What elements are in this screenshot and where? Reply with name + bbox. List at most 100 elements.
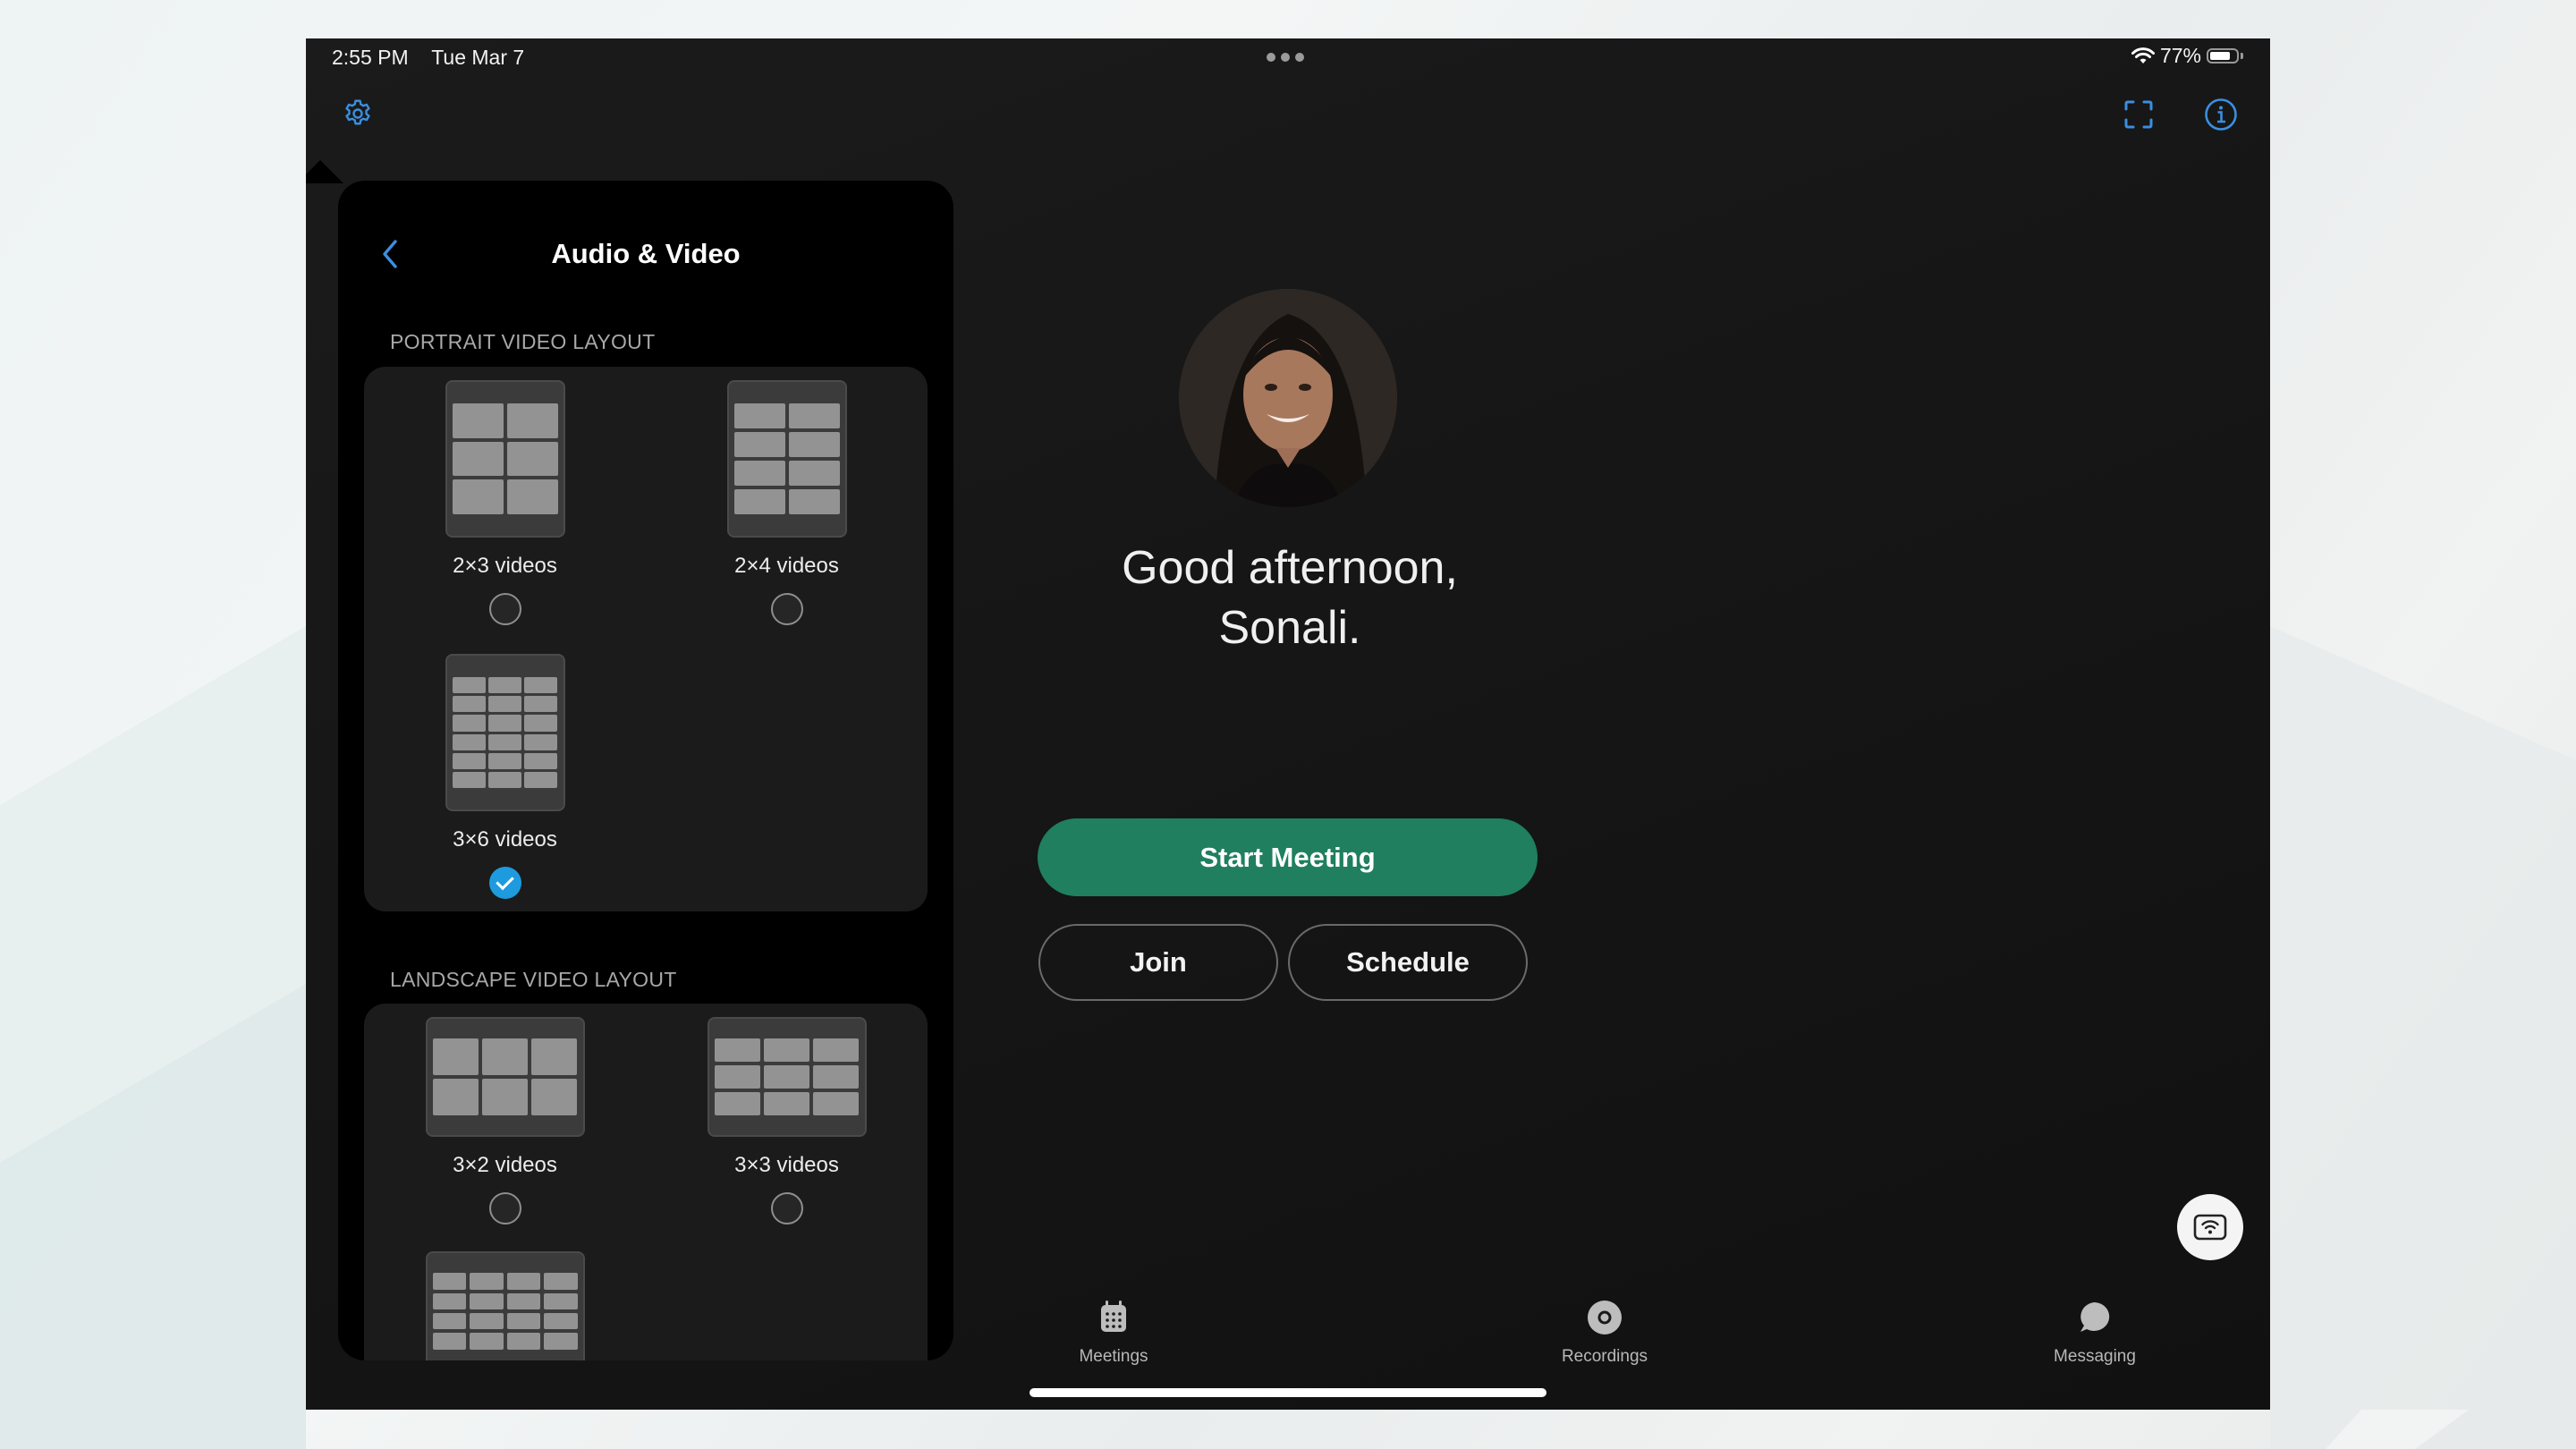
layout-tile xyxy=(506,1273,540,1290)
layout-tile xyxy=(506,441,558,477)
date: Tue Mar 7 xyxy=(431,46,525,69)
layout-tile xyxy=(714,1065,760,1089)
option-label: 3×3 videos xyxy=(734,1153,839,1177)
layout-tile xyxy=(452,696,486,713)
user-avatar[interactable] xyxy=(1179,289,1397,507)
recording-icon xyxy=(1588,1301,1622,1335)
layout-tile xyxy=(524,733,558,750)
layout-tile xyxy=(506,1313,540,1330)
tab-recordings[interactable]: Recordings xyxy=(1524,1300,1685,1367)
chat-bubble-icon xyxy=(2080,1302,2110,1332)
clock: 2:55 PM xyxy=(332,46,409,69)
join-label: Join xyxy=(1130,946,1187,978)
layout-thumbnail-3x2 xyxy=(425,1017,585,1137)
battery-percent: 77% xyxy=(2159,44,2201,67)
portrait-option-3x6[interactable]: 3×6 videos xyxy=(364,654,646,899)
layout-tile xyxy=(544,1313,578,1330)
layout-tile xyxy=(524,677,558,694)
landscape-section-label: LANDSCAPE VIDEO LAYOUT xyxy=(390,968,677,991)
layout-tile xyxy=(481,1079,529,1115)
home-indicator[interactable] xyxy=(1030,1388,1546,1397)
layout-thumbnail-4x4 xyxy=(425,1251,585,1360)
layout-tile xyxy=(714,1038,760,1063)
portrait-option-2x4[interactable]: 2×4 videos xyxy=(646,380,928,625)
layout-tile xyxy=(487,752,522,769)
layout-tile xyxy=(452,752,486,769)
layout-tile xyxy=(506,1333,540,1350)
tab-meetings[interactable]: Meetings xyxy=(1033,1300,1194,1367)
greeting-line-1: Good afternoon, xyxy=(1122,542,1458,594)
info-button[interactable] xyxy=(2203,97,2239,132)
layout-tile xyxy=(524,771,558,788)
layout-tile xyxy=(432,1038,479,1075)
option-label: 3×2 videos xyxy=(453,1153,557,1177)
option-label: 2×4 videos xyxy=(734,554,839,578)
layout-tile xyxy=(763,1091,810,1115)
layout-tile xyxy=(733,432,785,457)
status-time: 2:55 PM Tue Mar 7 xyxy=(332,46,524,70)
start-meeting-button[interactable]: Start Meeting xyxy=(1038,818,1538,896)
layout-tile xyxy=(524,752,558,769)
radio-3x6[interactable] xyxy=(488,867,521,899)
layout-tile xyxy=(733,403,785,429)
status-indicators: 77% xyxy=(2131,44,2243,68)
radio-3x3[interactable] xyxy=(770,1192,803,1224)
layout-tile xyxy=(452,441,504,477)
info-icon xyxy=(2205,98,2237,131)
layout-tile xyxy=(524,696,558,713)
portrait-layout-card: 2×3 videos 2×4 videos 3×6 videos xyxy=(364,367,928,911)
battery-icon xyxy=(2207,48,2239,64)
radio-2x4[interactable] xyxy=(770,593,803,625)
landscape-option-4x4[interactable]: 4×4 videos xyxy=(364,1251,646,1360)
tab-meetings-label: Meetings xyxy=(1079,1347,1148,1366)
layout-tile xyxy=(788,488,840,514)
calendar-icon xyxy=(1101,1301,1126,1332)
layout-tile xyxy=(788,461,840,486)
tab-messaging[interactable]: Messaging xyxy=(2014,1300,2175,1367)
layout-tile xyxy=(487,771,522,788)
option-label: 2×3 videos xyxy=(453,554,557,578)
layout-tile xyxy=(432,1292,466,1309)
layout-tile xyxy=(531,1038,578,1075)
join-button[interactable]: Join xyxy=(1038,924,1278,1001)
layout-tile xyxy=(481,1038,529,1075)
schedule-button[interactable]: Schedule xyxy=(1288,924,1528,1001)
screen-share-icon xyxy=(2193,1214,2227,1241)
layout-tile xyxy=(470,1313,504,1330)
start-meeting-label: Start Meeting xyxy=(1199,841,1376,873)
tab-recordings-label: Recordings xyxy=(1561,1347,1648,1366)
fullscreen-button[interactable] xyxy=(2122,97,2156,131)
layout-tile xyxy=(452,715,486,732)
portrait-section-label: PORTRAIT VIDEO LAYOUT xyxy=(390,330,656,353)
layout-tile xyxy=(487,733,522,750)
radio-2x3[interactable] xyxy=(488,593,521,625)
panel-title: Audio & Video xyxy=(551,238,741,269)
layout-tile xyxy=(432,1333,466,1350)
ipad-screen: 2:55 PM Tue Mar 7 77% Good afternoon, So… xyxy=(306,38,2270,1410)
radio-3x2[interactable] xyxy=(488,1192,521,1224)
landscape-layout-card: 3×2 videos 3×3 videos 4×4 videos xyxy=(364,1004,928,1360)
layout-thumbnail-3x6 xyxy=(445,654,565,811)
profile-photo xyxy=(1179,289,1397,507)
layout-tile xyxy=(733,488,785,514)
layout-tile xyxy=(544,1273,578,1290)
landscape-option-3x2[interactable]: 3×2 videos xyxy=(364,1017,646,1224)
audio-video-settings-panel: Audio & Video PORTRAIT VIDEO LAYOUT 2×3 … xyxy=(338,181,953,1360)
landscape-option-3x3[interactable]: 3×3 videos xyxy=(646,1017,928,1224)
tab-messaging-label: Messaging xyxy=(2054,1347,2136,1366)
layout-thumbnail-2x3 xyxy=(445,380,565,538)
layout-tile xyxy=(506,479,558,514)
layout-tile xyxy=(813,1065,860,1089)
more-dots-icon[interactable] xyxy=(1267,53,1304,62)
portrait-option-2x3[interactable]: 2×3 videos xyxy=(364,380,646,625)
settings-button[interactable] xyxy=(342,97,374,130)
layout-tile xyxy=(763,1065,810,1089)
screen-share-button[interactable] xyxy=(2177,1194,2243,1260)
layout-tile xyxy=(763,1038,810,1063)
schedule-label: Schedule xyxy=(1346,946,1470,978)
layout-tile xyxy=(452,677,486,694)
layout-tile xyxy=(452,771,486,788)
popover-arrow xyxy=(306,160,343,183)
layout-thumbnail-3x3 xyxy=(707,1017,867,1137)
layout-tile xyxy=(487,696,522,713)
